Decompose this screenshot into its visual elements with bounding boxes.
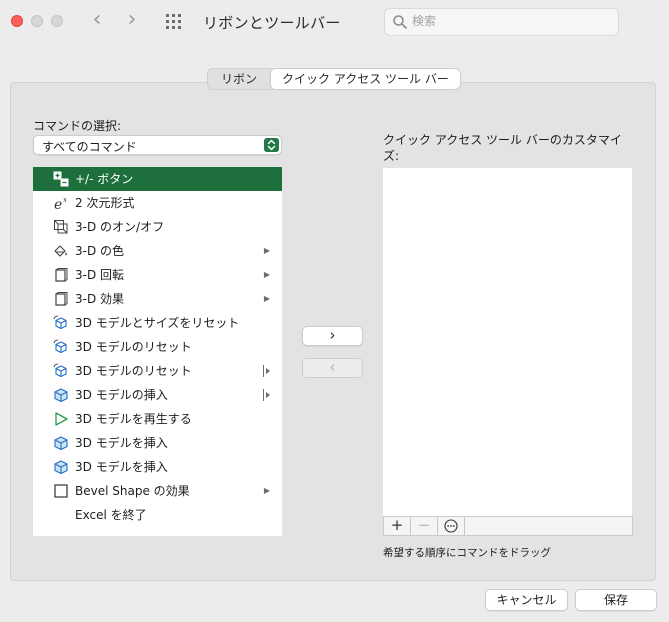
list-item-label: 3D モデルの挿入 — [75, 388, 168, 402]
list-item[interactable]: 3D モデルとサイズをリセット — [33, 311, 282, 335]
submenu-arrow-icon: ▶ — [263, 294, 270, 303]
list-item-label: 3-D 効果 — [75, 292, 125, 306]
search-field[interactable] — [384, 8, 619, 36]
submenu-arrow-icon: ▶ — [263, 486, 270, 495]
3d-toggle-icon — [54, 220, 68, 234]
cube-reset-icon — [53, 363, 67, 378]
quick-access-list[interactable] — [383, 168, 632, 517]
svg-text:e: e — [54, 197, 62, 211]
list-item[interactable]: 3D モデルのリセット — [33, 335, 282, 359]
split-arrow-icon — [262, 364, 272, 378]
save-button[interactable]: 保存 — [575, 589, 657, 611]
quick-access-toolbar: + − — [383, 516, 633, 536]
list-item[interactable]: 3D モデルの挿入 — [33, 383, 282, 407]
list-item-label: 3D モデルとサイズをリセット — [75, 316, 240, 330]
list-item-label: 3D モデルを再生する — [75, 412, 192, 426]
list-item-label: 2 次元形式 — [75, 196, 135, 210]
list-item-label: +/- ボタン — [75, 172, 134, 186]
add-command-button[interactable]: › — [302, 326, 363, 346]
minimize-window-button[interactable] — [31, 15, 43, 27]
list-item[interactable]: e x 2 次元形式 — [33, 191, 282, 215]
close-window-button[interactable] — [11, 15, 23, 27]
list-item-label: 3D モデルのリセット — [75, 340, 192, 354]
square-icon — [54, 484, 68, 498]
list-item[interactable]: Excel を終了 — [33, 503, 282, 527]
forward-chevron-icon[interactable]: › — [121, 9, 143, 32]
quick-access-label: クイック アクセス ツール バーのカスタマイズ: — [383, 133, 622, 163]
command-list[interactable]: +/- ボタン e x 2 次元形式 3-D のオン/オフ 3-D の色 ▶ 3… — [33, 167, 282, 536]
split-arrow-icon — [262, 388, 272, 402]
list-item-label: Bevel Shape の効果 — [75, 484, 190, 498]
list-item[interactable]: 3-D 回転 ▶ — [33, 263, 282, 287]
list-item-label: Excel を終了 — [75, 508, 147, 522]
3d-effect-icon — [55, 292, 68, 306]
drag-hint: 希望する順序にコマンドをドラッグ — [383, 547, 551, 559]
cancel-button[interactable]: キャンセル — [485, 589, 568, 611]
list-item-label: 3D モデルのリセット — [75, 364, 192, 378]
list-item[interactable]: 3-D のオン/オフ — [33, 215, 282, 239]
cube-icon — [54, 388, 68, 403]
play-icon — [55, 412, 68, 426]
list-item-label: 3-D のオン/オフ — [75, 220, 165, 234]
more-options-icon — [444, 519, 458, 533]
ex-format-icon: e x — [54, 196, 67, 211]
show-all-grid-icon[interactable] — [166, 14, 184, 30]
list-item[interactable]: +/- ボタン — [33, 167, 282, 191]
zoom-window-button[interactable] — [51, 15, 63, 27]
list-item[interactable]: 3D モデルのリセット — [33, 359, 282, 383]
list-item[interactable]: 3D モデルを挿入 — [33, 455, 282, 479]
window-title: リボンとツールバー — [203, 14, 341, 32]
list-item[interactable]: 3D モデルを再生する — [33, 407, 282, 431]
more-options-button[interactable] — [438, 517, 465, 535]
plus-minus-icon — [53, 171, 69, 187]
cube-icon — [54, 436, 68, 451]
list-item-label: 3-D 回転 — [75, 268, 125, 282]
list-item[interactable]: Bevel Shape の効果 ▶ — [33, 479, 282, 503]
list-item[interactable]: 3-D の色 ▶ — [33, 239, 282, 263]
3d-rotate-icon — [55, 268, 68, 282]
svg-text:x: x — [63, 196, 67, 204]
back-chevron-icon[interactable]: ‹ — [86, 9, 108, 32]
chevron-updown-icon — [264, 138, 279, 152]
submenu-arrow-icon: ▶ — [263, 270, 270, 279]
search-icon — [393, 15, 407, 29]
tab-quick-access-toolbar[interactable]: クイック アクセス ツール バー — [270, 69, 460, 89]
list-item[interactable]: 3-D 効果 ▶ — [33, 287, 282, 311]
list-item-label: 3D モデルを挿入 — [75, 436, 168, 450]
submenu-arrow-icon: ▶ — [263, 246, 270, 255]
add-item-button[interactable]: + — [384, 517, 411, 535]
list-item[interactable]: 3D モデルを挿入 — [33, 431, 282, 455]
tab-bar: リボン クイック アクセス ツール バー — [207, 68, 461, 90]
title-bar: ‹ › リボンとツールバー — [0, 0, 669, 44]
command-source-select[interactable]: すべてのコマンド — [33, 135, 282, 155]
remove-command-button[interactable]: ‹ — [302, 358, 363, 378]
command-source-value: すべてのコマンド — [42, 140, 137, 154]
cube-reset-icon — [53, 339, 67, 354]
cube-icon — [54, 460, 68, 475]
list-item-label: 3D モデルを挿入 — [75, 460, 168, 474]
tab-ribbon[interactable]: リボン — [208, 69, 270, 89]
search-input[interactable] — [412, 14, 612, 28]
cube-reset-icon — [53, 315, 67, 330]
command-source-label: コマンドの選択: — [33, 119, 122, 133]
paint-bucket-icon — [54, 245, 67, 257]
remove-item-button[interactable]: − — [411, 517, 438, 535]
list-item-label: 3-D の色 — [75, 244, 125, 258]
